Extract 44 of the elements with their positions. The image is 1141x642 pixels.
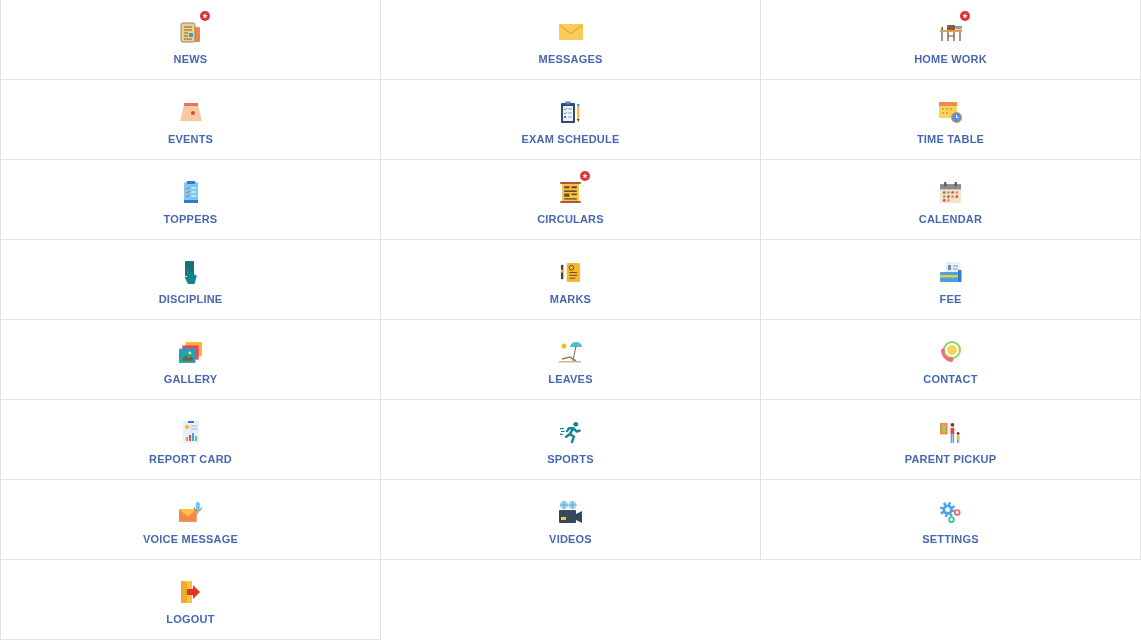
- beach-chair-icon: [559, 341, 582, 363]
- calendar-icon: [940, 181, 961, 203]
- menu-tile[interactable]: FEE: [761, 240, 1141, 320]
- menu-tile[interactable]: EXAM SCHEDULE: [381, 80, 761, 160]
- settings-icon: [940, 501, 961, 523]
- report-pen-icon: [560, 261, 581, 283]
- runner-icon: [559, 420, 582, 444]
- menu-tile[interactable]: REPORT CARD: [1, 400, 381, 480]
- video-camera-icon: [559, 501, 582, 523]
- menu-tile[interactable]: LOGOUT: [1, 560, 381, 640]
- menu-tile[interactable]: TIME TABLE: [761, 80, 1141, 160]
- menu-tile[interactable]: LEAVES: [381, 320, 761, 400]
- menu-tile[interactable]: CIRCULARS: [381, 160, 761, 240]
- clipboard-pencil-icon: [560, 101, 581, 123]
- phone-ring-icon: [940, 341, 961, 363]
- menu-tile[interactable]: SPORTS: [381, 400, 761, 480]
- desk-calendar-icon: [179, 103, 202, 121]
- document-card-icon: [939, 261, 962, 283]
- menu-tile[interactable]: EVENTS: [1, 80, 381, 160]
- menu-tile[interactable]: DISCIPLINE: [1, 240, 381, 320]
- calendar-clock-icon: [939, 101, 962, 123]
- menu-tile[interactable]: MESSAGES: [381, 0, 761, 80]
- photos-icon: [179, 341, 202, 363]
- menu-tile[interactable]: VIDEOS: [381, 480, 761, 560]
- envelope-icon: [558, 24, 583, 40]
- checklist-icon: [183, 181, 198, 203]
- hand-phone-icon: [183, 260, 198, 284]
- desk-chair-icon: [938, 22, 963, 42]
- menu-tile[interactable]: PARENT PICKUP: [761, 400, 1141, 480]
- newspaper-icon: [180, 21, 201, 43]
- frame-family-icon: [940, 421, 961, 443]
- menu-tile[interactable]: MARKS: [381, 240, 761, 320]
- menu-tile[interactable]: NEWS: [1, 0, 381, 80]
- menu-tile[interactable]: GALLERY: [1, 320, 381, 400]
- menu-tile[interactable]: TOPPERS: [1, 160, 381, 240]
- menu-tile[interactable]: SETTINGS: [761, 480, 1141, 560]
- menu-tile[interactable]: CALENDAR: [761, 160, 1141, 240]
- menu-tile[interactable]: CONTACT: [761, 320, 1141, 400]
- door-arrow-icon: [180, 581, 201, 603]
- envelope-microphone-icon: [179, 501, 202, 523]
- scroll-icon: [560, 181, 581, 203]
- chart-report-icon: [182, 421, 199, 443]
- menu-tile[interactable]: VOICE MESSAGE: [1, 480, 381, 560]
- menu-tile[interactable]: HOME WORK: [761, 0, 1141, 80]
